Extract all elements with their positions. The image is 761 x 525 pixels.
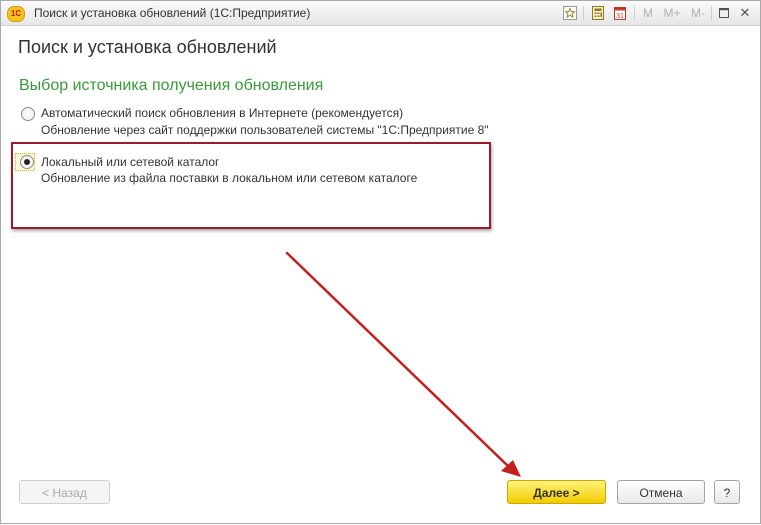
next-button[interactable]: Далее >	[507, 480, 606, 504]
help-button[interactable]: ?	[714, 480, 740, 504]
back-button[interactable]: < Назад	[19, 480, 110, 504]
update-wizard-window: 1С Поиск и установка обновлений (1С:Пред…	[0, 0, 761, 524]
annotation-arrow-icon	[285, 251, 521, 477]
cancel-button[interactable]: Отмена	[617, 480, 705, 504]
